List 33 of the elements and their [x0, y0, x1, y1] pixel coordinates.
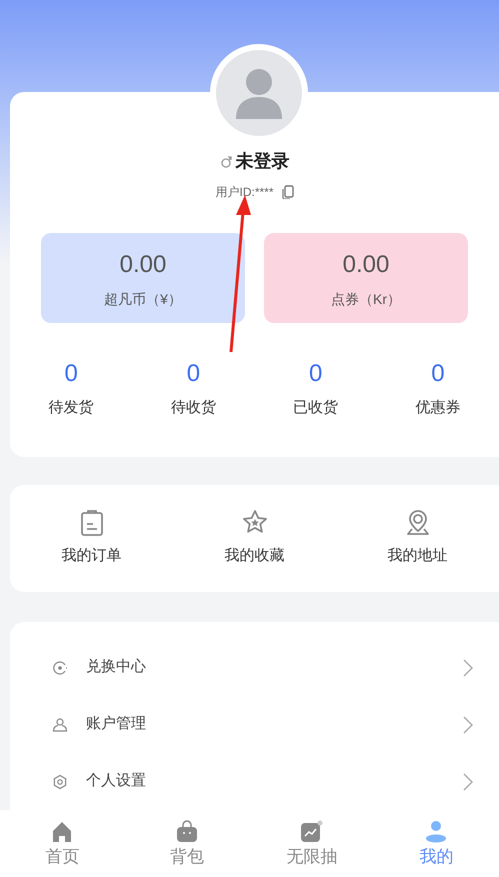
bag-icon: [176, 820, 199, 844]
person-icon: [425, 820, 448, 844]
tab-item[interactable]: 背包: [124, 810, 250, 877]
copy-icon[interactable]: [282, 185, 294, 199]
chevron-right-icon: [463, 772, 473, 790]
chevron-right-icon: [463, 658, 473, 676]
tab-item[interactable]: 首页: [0, 810, 125, 877]
balance-label: 超凡币（¥）: [104, 290, 182, 308]
balance-value: 0.00: [120, 250, 166, 280]
coin-icon: [52, 660, 68, 676]
shortcut-item[interactable]: 我的地址: [336, 509, 499, 568]
person-icon: [52, 716, 68, 732]
shortcut-item[interactable]: 我的收藏: [173, 509, 336, 568]
balance-card[interactable]: 0.00 超凡币（¥）: [41, 233, 245, 323]
house-icon: [50, 820, 74, 844]
order-status-item[interactable]: 0 待收货: [132, 359, 254, 420]
order-status-item[interactable]: 0 优惠券: [376, 359, 499, 420]
shortcut-item[interactable]: 我的订单: [10, 509, 173, 568]
order-status-item[interactable]: 0 已收货: [254, 359, 377, 420]
balance-card[interactable]: 0.00 点券（Kr）: [264, 233, 468, 323]
tab-item[interactable]: 无限抽: [250, 810, 374, 877]
menu-item[interactable]: 个人设置: [10, 753, 499, 810]
gender-icon: [220, 154, 232, 170]
menu-item[interactable]: 账户管理: [10, 696, 499, 753]
hexagon-icon: [52, 774, 68, 790]
order-status-item[interactable]: 0 待发货: [10, 359, 132, 420]
user-id: 用户ID:****: [215, 184, 274, 201]
chevron-right-icon: [463, 716, 473, 734]
chart-icon: [300, 820, 324, 844]
balance-value: 0.00: [342, 250, 390, 280]
user-name: 未登录: [236, 150, 290, 173]
menu-item[interactable]: 兑换中心: [10, 639, 499, 696]
balance-label: 点券（Kr）: [331, 290, 401, 308]
